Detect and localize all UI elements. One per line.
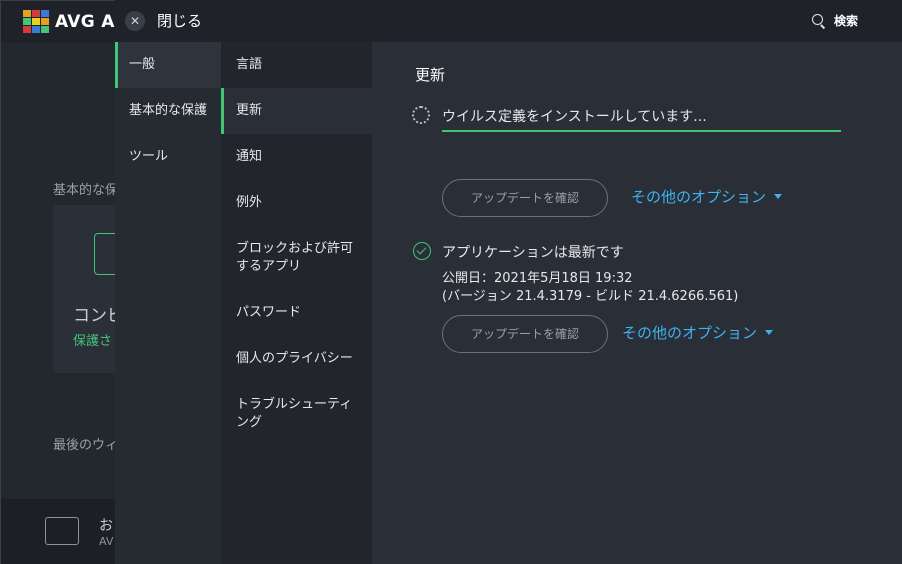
- application-status: アプリケーションは最新です: [442, 245, 624, 261]
- virus-definitions-status: ウイルス定義をインストールしています...: [442, 109, 707, 125]
- nav-blocked-allowed-apps[interactable]: ブロックおよび許可するアプリ: [221, 226, 372, 290]
- keyboard-icon: [45, 517, 79, 545]
- nav-tools[interactable]: ツール: [115, 134, 221, 180]
- chevron-down-icon: [765, 330, 774, 335]
- nav-language[interactable]: 言語: [221, 42, 372, 88]
- search-icon: [811, 13, 826, 28]
- background-footer-subtitle: AV: [99, 535, 114, 548]
- nav-update[interactable]: 更新: [221, 88, 372, 134]
- more-options-label: その他のオプション: [622, 324, 758, 342]
- nav-notifications[interactable]: 通知: [221, 134, 372, 180]
- page-title: 更新: [415, 66, 446, 84]
- more-options-label: その他のオプション: [631, 188, 767, 206]
- application-more-options-link[interactable]: その他のオプション: [622, 322, 774, 343]
- close-button[interactable]: ✕ 閉じる: [125, 10, 202, 31]
- search-button[interactable]: 検索: [811, 12, 858, 29]
- avg-logo-icon: [23, 10, 49, 34]
- nav-troubleshooting[interactable]: トラブルシューティング: [221, 382, 372, 446]
- nav-exceptions[interactable]: 例外: [221, 180, 372, 226]
- primary-nav: 一般 基本的な保護 ツール: [115, 42, 221, 564]
- background-footer-title: お: [99, 518, 113, 534]
- close-label: 閉じる: [157, 12, 203, 30]
- virus-definitions-more-options-link[interactable]: その他のオプション: [631, 186, 783, 207]
- application-version: (バージョン 21.4.3179 - ビルド 21.4.6266.561): [442, 289, 739, 304]
- background-card-status: 保護さ: [73, 334, 113, 349]
- chevron-down-icon: [774, 194, 783, 199]
- search-label: 検索: [833, 14, 858, 28]
- nav-privacy[interactable]: 個人のプライバシー: [221, 336, 372, 382]
- check-circle-icon: [413, 242, 431, 260]
- loading-spinner-icon: [412, 106, 430, 124]
- nav-general[interactable]: 一般: [115, 42, 221, 88]
- check-virus-definitions-button[interactable]: アップデートを確認: [442, 179, 608, 217]
- check-application-update-button[interactable]: アップデートを確認: [442, 315, 608, 353]
- close-icon: ✕: [125, 10, 145, 31]
- nav-passwords[interactable]: パスワード: [221, 290, 372, 336]
- nav-basic-protection[interactable]: 基本的な保護: [115, 88, 221, 134]
- settings-header: ✕ 閉じる 検索: [115, 0, 902, 42]
- background-last-scan-label: 最後のウィ: [53, 438, 119, 453]
- update-content: 更新 ウイルス定義をインストールしています... アップデートを確認 その他のオ…: [372, 42, 902, 564]
- settings-panel: ✕ 閉じる 検索 一般 基本的な保護 ツール 言語 更新 通知 例外 ブロックお…: [115, 0, 902, 564]
- secondary-nav: 言語 更新 通知 例外 ブロックおよび許可するアプリ パスワード 個人のプライバ…: [221, 42, 372, 564]
- application-published-date: 公開日：2021年5月18日 19:32: [442, 271, 633, 286]
- background-section-label: 基本的な保: [53, 183, 119, 198]
- virus-definitions-progress-bar: [442, 130, 841, 132]
